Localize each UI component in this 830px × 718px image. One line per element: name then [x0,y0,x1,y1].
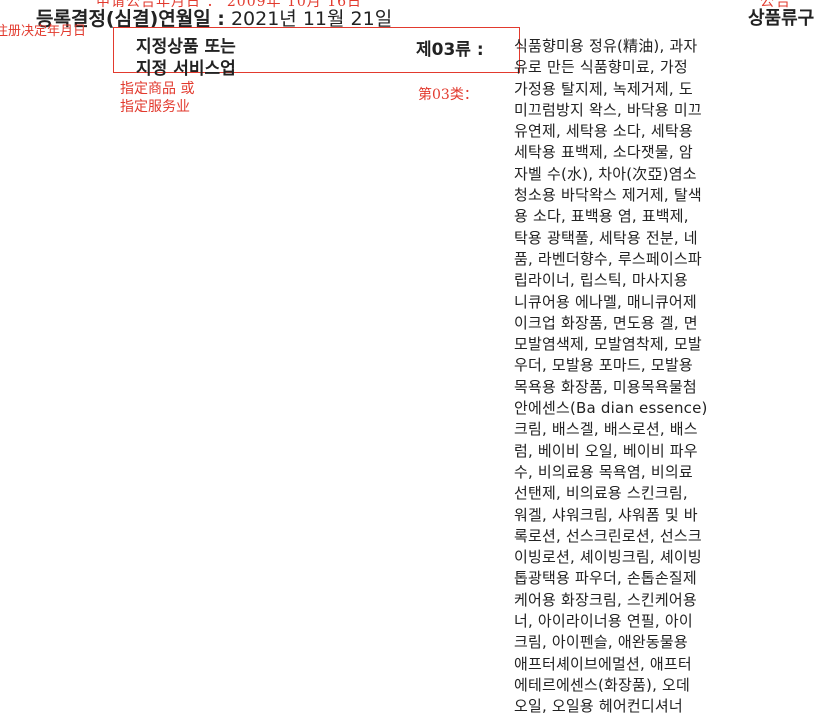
goods-line: 크림, 아이펜슬, 애완동물용 [514,633,688,652]
goods-line: 립라이너, 립스틱, 마사지용 [514,271,688,290]
goods-line: 워겔, 샤워크림, 샤워폼 및 바 [514,505,698,524]
goods-line: 자벨 수(水), 차아(次亞)염소 [514,164,697,183]
designated-goods-label-2: 지정 서비스업 [136,59,236,79]
goods-line: 세탁용 표백제, 소다잿물, 암 [514,143,693,162]
goods-line: 가정용 탈지제, 녹제거제, 도 [514,79,693,98]
goods-line: 니큐어용 에나멜, 매니큐어제 [514,292,697,311]
goods-line: 이빙로션, 셰이빙크림, 셰이빙 [514,548,702,567]
goods-line: 럼, 베이비 오일, 베이비 파우 [514,441,698,460]
goods-line: 안에센스(Ba dian essence) [514,399,708,418]
goods-line: 이크업 화장품, 면도용 겔, 면 [514,313,698,332]
goods-line: 수, 비의료용 목욕염, 비의료 [514,462,693,481]
goods-line: 미끄럼방지 왁스, 바닥용 미끄 [514,100,702,119]
goods-line: 선탠제, 비의료용 스킨크림, [514,484,688,503]
goods-line: 크림, 배스겔, 배스로션, 배스 [514,420,698,439]
class-label: 제03류 : [416,40,484,60]
goods-line: 모발염색제, 모발염착제, 모발 [514,335,702,354]
class-label-cn: 第03类： [418,87,478,103]
goods-line: 탁용 광택풀, 세탁용 전분, 네 [514,228,698,247]
goods-line: 너, 아이라이너용 연필, 아이 [514,612,693,631]
goods-line: 용 소다, 표백용 염, 표백제, [514,207,689,226]
category-heading: 상품류구 [748,8,815,29]
goods-line: 품, 라벤더향수, 루스페이스파 [514,249,702,268]
goods-line: 오일, 오일용 헤어컨디셔너 [514,697,683,716]
goods-line: 유연제, 세탁용 소다, 세탁용 [514,122,693,141]
goods-line: 청소용 바닥왁스 제거제, 탈색 [514,186,702,205]
goods-line: 유로 만든 식품향미료, 가정 [514,58,688,77]
goods-line: 에테르에센스(화장품), 오데 [514,675,691,694]
goods-line: 록로션, 선스크린로션, 선스크 [514,526,702,545]
goods-line: 톱광택용 파우더, 손톱손질제 [514,569,697,588]
goods-line: 애프터셰이브에멀션, 애프터 [514,654,692,673]
designated-goods-cn-2: 指定服务业 [120,99,190,115]
designated-goods-cn-1: 指定商品 或 [120,81,195,97]
goods-line: 목욕용 화장품, 미용목욕물첨 [514,377,697,396]
goods-list: 식품향미용 정유(精油), 과자유로 만든 식품향미료, 가정가정용 탈지제, … [514,36,830,718]
goods-line: 식품향미용 정유(精油), 과자 [514,37,698,55]
goods-line: 케어용 화장크림, 스킨케어용 [514,590,697,609]
goods-line: 우더, 모발용 포마드, 모발용 [514,356,693,375]
registration-date-cn: 注册决定年月日 [0,24,87,39]
